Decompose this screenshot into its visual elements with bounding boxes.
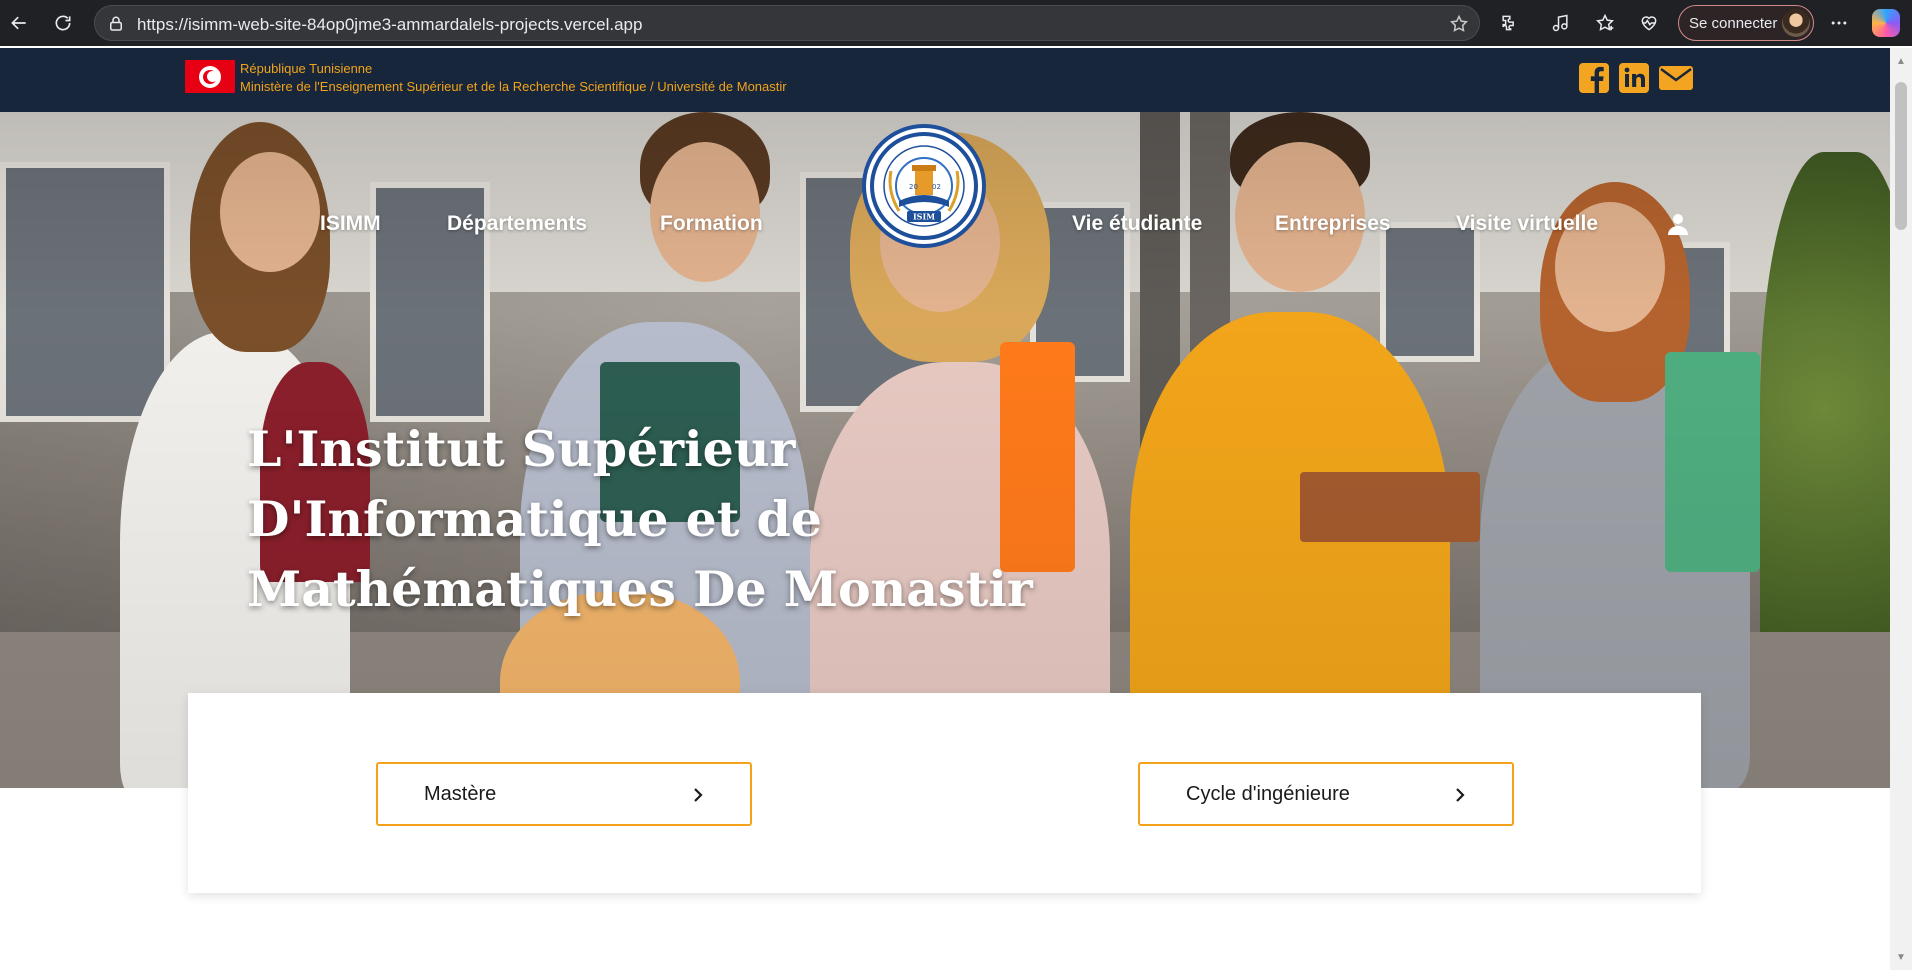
lock-icon: [107, 15, 125, 33]
signin-button[interactable]: Se connecter: [1678, 5, 1814, 41]
mail-icon[interactable]: [1658, 62, 1694, 94]
mastere-label: Mastère: [424, 782, 497, 805]
ministry-label: Ministère de l'Enseignement Supérieur et…: [240, 79, 787, 94]
scroll-down-icon[interactable]: ▼: [1895, 952, 1907, 964]
user-account-icon[interactable]: [1666, 212, 1690, 236]
nav-item-visite-virtuelle[interactable]: Visite virtuelle: [1456, 212, 1598, 236]
cycle-ingenieure-button[interactable]: Cycle d'ingénieure: [1138, 762, 1514, 826]
ministry-text: République Tunisienne Ministère de l'Ens…: [240, 60, 787, 96]
hero-banner: ISIMM Départements Formation 20 02 ISIM: [0, 112, 1890, 788]
nav-item-formation[interactable]: Formation: [660, 212, 763, 236]
cycle-ingenieure-label: Cycle d'ingénieure: [1186, 782, 1350, 805]
favorite-star-icon[interactable]: [1449, 14, 1469, 34]
hero-title-line: D'Informatique et de: [247, 490, 822, 548]
chevron-right-icon: [690, 786, 706, 802]
scrollbar-thumb[interactable]: [1895, 82, 1907, 230]
nav-item-departements[interactable]: Départements: [447, 212, 587, 236]
mastere-button[interactable]: Mastère: [376, 762, 752, 826]
hero-title-line: Mathématiques De Monastir: [247, 560, 1033, 618]
facebook-icon[interactable]: [1578, 62, 1610, 94]
chevron-right-icon: [1452, 786, 1468, 802]
main-navigation: ISIMM Départements Formation 20 02 ISIM: [0, 112, 1890, 282]
favorites-icon[interactable]: [1590, 8, 1620, 38]
more-options-icon[interactable]: [1824, 8, 1854, 38]
browser-toolbar: https://isimm-web-site-84op0jme3-ammarda…: [0, 0, 1912, 46]
nav-item-vie-etudiante[interactable]: Vie étudiante: [1072, 212, 1202, 236]
svg-text:20: 20: [909, 183, 918, 191]
page-scrollbar[interactable]: ▲ ▼: [1890, 48, 1912, 970]
scroll-up-icon[interactable]: ▲: [1895, 56, 1907, 68]
nav-item-isimm[interactable]: ISIMM: [320, 212, 381, 236]
svg-text:02: 02: [932, 183, 941, 191]
hero-title-line: L'Institut Supérieur: [247, 420, 796, 478]
profile-avatar: [1782, 9, 1810, 37]
address-bar[interactable]: https://isimm-web-site-84op0jme3-ammarda…: [94, 5, 1480, 41]
reload-icon[interactable]: [48, 8, 78, 38]
isim-logo[interactable]: 20 02 ISIM: [862, 124, 986, 248]
logo-text: ISIM: [913, 212, 935, 222]
browser-essentials-icon[interactable]: [1634, 8, 1664, 38]
signin-label: Se connecter: [1689, 14, 1778, 32]
read-aloud-icon[interactable]: [1546, 8, 1576, 38]
page-viewport: République Tunisienne Ministère de l'Ens…: [0, 48, 1890, 970]
linkedin-icon[interactable]: [1618, 62, 1650, 94]
republic-label: République Tunisienne: [240, 61, 373, 76]
program-card: Mastère Cycle d'ingénieure: [188, 693, 1701, 893]
top-info-bar: République Tunisienne Ministère de l'Ens…: [0, 48, 1890, 112]
back-arrow-icon[interactable]: [4, 8, 34, 38]
copilot-icon[interactable]: [1872, 9, 1900, 37]
extensions-icon[interactable]: [1494, 8, 1524, 38]
tunisia-flag-icon: [185, 60, 235, 93]
url-text[interactable]: https://isimm-web-site-84op0jme3-ammarda…: [137, 15, 642, 35]
nav-item-entreprises[interactable]: Entreprises: [1275, 212, 1391, 236]
hero-title: L'Institut Supérieur D'Informatique et d…: [247, 414, 1047, 624]
